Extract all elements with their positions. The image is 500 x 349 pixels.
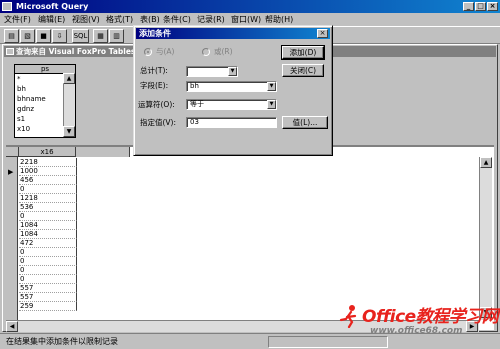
app-title: Microsoft Query <box>16 2 89 11</box>
watermark-url: www.office68.com <box>370 326 463 336</box>
menu-file[interactable]: 文件(F) <box>4 14 31 25</box>
value-label: 指定值(V): <box>140 118 177 127</box>
table-cell[interactable]: 0 <box>19 212 77 221</box>
scroll-up-icon[interactable]: ▲ <box>480 157 492 168</box>
query-window-title: 查询来自 Visual FoxPro Tables <box>16 47 136 56</box>
field-item[interactable]: bhname <box>17 95 46 104</box>
table-cell[interactable]: 1000 <box>19 167 77 176</box>
scroll-left-icon[interactable]: ◀ <box>6 321 18 332</box>
operator-value: 等于 <box>190 100 204 108</box>
table-cell[interactable]: 0 <box>19 248 77 257</box>
column-header[interactable]: x16 <box>18 147 76 157</box>
field-item[interactable]: gdnz <box>17 105 34 114</box>
save-icon[interactable]: ■ <box>36 29 51 43</box>
table-cell[interactable]: 0 <box>19 266 77 275</box>
chevron-down-icon[interactable]: ▼ <box>267 100 276 109</box>
menu-criteria[interactable]: 条件(C) <box>163 14 191 25</box>
table-cell[interactable]: 259 <box>19 302 77 311</box>
app-icon <box>2 2 12 11</box>
sql-button[interactable]: SQL <box>72 29 89 43</box>
table-cell[interactable]: 2218 <box>19 158 77 167</box>
table-cell[interactable]: 1218 <box>19 194 77 203</box>
total-select[interactable]: ▼ <box>186 66 238 77</box>
status-text: 在结果集中添加条件以限制记录 <box>6 337 118 346</box>
close-button[interactable]: × <box>487 2 498 11</box>
add-button[interactable]: 添加(D) <box>281 45 325 60</box>
table-cell[interactable]: 0 <box>19 257 77 266</box>
table-cell[interactable]: 0 <box>19 185 77 194</box>
chevron-down-icon[interactable]: ▼ <box>267 82 276 91</box>
menu-help[interactable]: 帮助(H) <box>265 14 293 25</box>
row-selector-column[interactable]: ▶ <box>6 157 18 329</box>
field-value: bh <box>190 82 199 90</box>
value-input[interactable]: 03 <box>186 117 277 128</box>
app-title-bar: Microsoft Query _ □ × <box>0 0 500 13</box>
menu-format[interactable]: 格式(T) <box>106 14 133 25</box>
scroll-up-icon[interactable]: ▲ <box>63 73 75 84</box>
watermark: Office教程学习网 www.office68.com <box>338 302 499 347</box>
field-item[interactable]: s1 <box>17 115 25 124</box>
or-label: 或(R) <box>214 47 233 56</box>
or-radio[interactable] <box>202 48 210 56</box>
dialog-title: 添加条件 <box>136 28 330 39</box>
field-item[interactable]: * <box>17 75 21 84</box>
and-radio[interactable] <box>144 48 152 56</box>
table-cell[interactable]: 472 <box>19 239 77 248</box>
table-cell[interactable]: 557 <box>19 284 77 293</box>
and-label: 与(A) <box>156 47 175 56</box>
close-dialog-button[interactable]: 关闭(C) <box>282 64 324 77</box>
maximize-button[interactable]: □ <box>475 2 486 11</box>
field-item[interactable]: bh <box>17 85 26 94</box>
menu-table[interactable]: 表(B) <box>140 14 160 25</box>
new-query-icon[interactable]: ▤ <box>4 29 19 43</box>
menu-view[interactable]: 视图(V) <box>72 14 100 25</box>
field-select[interactable]: bh ▼ <box>186 81 277 92</box>
show-criteria-icon[interactable]: ▥ <box>109 29 124 43</box>
operator-label: 运算符(O): <box>138 100 175 109</box>
menu-edit[interactable]: 编辑(E) <box>38 14 65 25</box>
query-icon <box>6 48 14 55</box>
table-cell[interactable]: 0 <box>19 275 77 284</box>
field-label: 字段(E): <box>140 81 169 90</box>
current-row-icon: ▶ <box>8 168 14 176</box>
vertical-scrollbar[interactable]: ▲ ▼ <box>479 157 492 320</box>
menu-window[interactable]: 窗口(W) <box>231 14 261 25</box>
table-cell[interactable]: 536 <box>19 203 77 212</box>
minimize-button[interactable]: _ <box>463 2 474 11</box>
table-cell[interactable]: 456 <box>19 176 77 185</box>
return-data-icon[interactable]: ⇩ <box>52 29 67 43</box>
watermark-title: Office教程学习网 <box>362 307 499 327</box>
operator-select[interactable]: 等于 ▼ <box>186 99 277 110</box>
watermark-figure-icon <box>339 305 357 328</box>
add-criteria-dialog: 添加条件 × 与(A) 或(R) 总计(T): ▼ 字段(E): bh ▼ 运算… <box>133 25 333 156</box>
menu-records[interactable]: 记录(R) <box>197 14 225 25</box>
dialog-close-icon[interactable]: × <box>317 29 328 38</box>
chevron-down-icon[interactable]: ▼ <box>228 67 237 76</box>
scroll-down-icon[interactable]: ▼ <box>63 126 75 137</box>
field-item[interactable]: x10 <box>17 125 30 134</box>
table-cell[interactable]: 1084 <box>19 221 77 230</box>
open-query-icon[interactable]: ▧ <box>20 29 35 43</box>
table-field-list[interactable]: ps * bh bhname gdnz s1 x10 ▲ ▼ <box>14 64 76 138</box>
table-cell[interactable]: 557 <box>19 293 77 302</box>
field-list-scrollbar[interactable]: ▲ ▼ <box>63 73 75 137</box>
table-cell[interactable]: 1084 <box>19 230 77 239</box>
total-label: 总计(T): <box>140 66 168 75</box>
values-button[interactable]: 值(L)... <box>282 116 328 129</box>
empty-column-header[interactable] <box>76 147 130 157</box>
show-tables-icon[interactable]: ▦ <box>93 29 108 43</box>
